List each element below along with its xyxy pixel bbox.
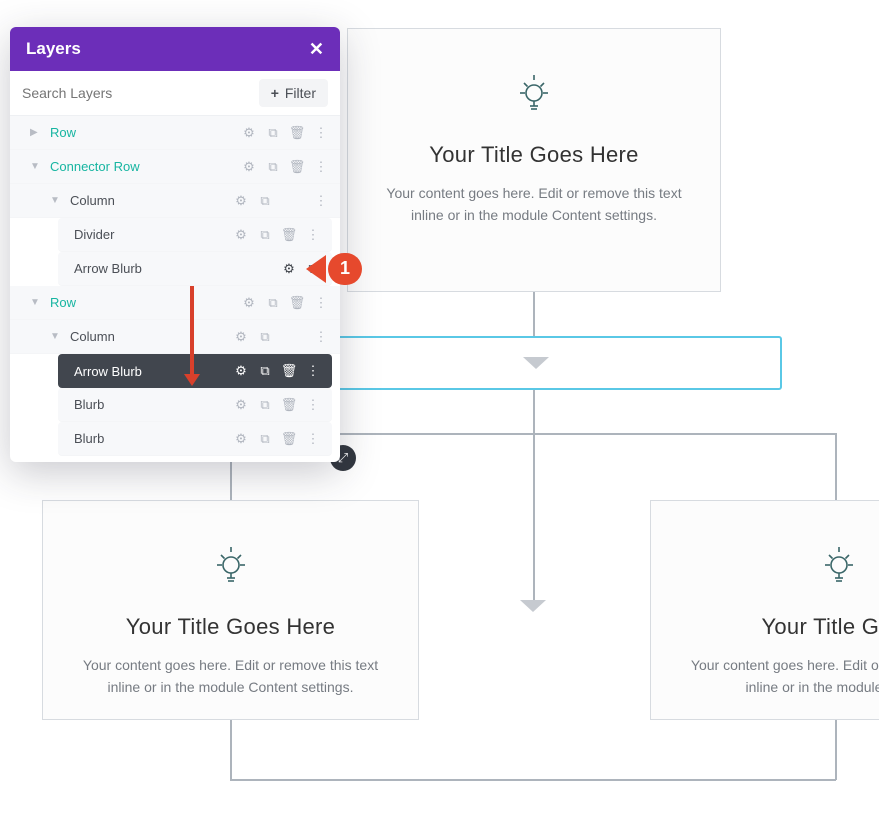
gear-icon[interactable]: ⚙ xyxy=(232,328,250,346)
drag-arrow-indicator xyxy=(190,286,194,376)
chevron-down-icon[interactable]: ▼ xyxy=(30,297,42,308)
chevron-right-icon[interactable]: ▶ xyxy=(30,127,42,138)
layers-tree: ▶ Row ⚙ ⧉ 🗑 ⋮ ▼ Connector Row ⚙ ⧉ 🗑 ⋮ ▼ … xyxy=(10,116,340,462)
plus-icon: + xyxy=(271,85,279,101)
layer-row[interactable]: ▶ Row ⚙ ⧉ 🗑 ⋮ xyxy=(10,116,340,150)
gear-icon[interactable]: ⚙ xyxy=(232,226,250,244)
gear-icon[interactable]: ⚙ xyxy=(280,260,298,278)
caret-down-icon xyxy=(523,357,549,369)
layer-label: Blurb xyxy=(74,431,232,446)
arrow-blurb-module[interactable] xyxy=(290,336,782,390)
connector-line xyxy=(230,779,836,781)
more-icon[interactable]: ⋮ xyxy=(312,328,330,346)
connector-line xyxy=(533,433,535,603)
more-icon[interactable]: ⋮ xyxy=(304,226,322,244)
layers-panel: Layers ✕ + Filter ▶ Row ⚙ ⧉ 🗑 ⋮ ▼ Connec… xyxy=(10,27,340,462)
trash-icon[interactable]: 🗑 xyxy=(280,362,298,380)
more-icon[interactable]: ⋮ xyxy=(312,124,330,142)
layer-arrow-blurb-source[interactable]: Arrow Blurb ⚙ ⧉ 1 + xyxy=(58,252,332,286)
more-icon[interactable]: ⋮ xyxy=(312,192,330,210)
trash-icon[interactable]: 🗑 xyxy=(288,294,306,312)
trash-icon[interactable]: 🗑 xyxy=(280,430,298,448)
gear-icon[interactable]: ⚙ xyxy=(240,158,258,176)
gear-icon[interactable]: ⚙ xyxy=(232,396,250,414)
card-bottom-right[interactable]: Your Title Goes Your content goes here. … xyxy=(650,500,879,720)
gear-icon[interactable]: ⚙ xyxy=(240,294,258,312)
layer-label: Blurb xyxy=(74,397,232,412)
layer-blurb[interactable]: Blurb ⚙ ⧉ 🗑 ⋮ xyxy=(58,388,332,422)
duplicate-icon[interactable]: ⧉ xyxy=(256,192,274,210)
layer-label: Column xyxy=(70,329,232,344)
duplicate-icon[interactable]: ⧉ xyxy=(264,294,282,312)
panel-toolbar: + Filter xyxy=(10,71,340,116)
duplicate-icon[interactable]: ⧉ xyxy=(264,158,282,176)
card-body[interactable]: Your content goes here. Edit or remove t… xyxy=(73,654,388,699)
chevron-down-icon[interactable]: ▼ xyxy=(50,331,62,342)
gear-icon[interactable]: ⚙ xyxy=(232,362,250,380)
lightbulb-icon xyxy=(378,69,690,118)
lightbulb-icon xyxy=(73,541,388,590)
more-icon[interactable]: ⋮ xyxy=(304,430,322,448)
trash-icon[interactable]: 🗑 xyxy=(280,226,298,244)
duplicate-icon[interactable]: ⧉ xyxy=(264,124,282,142)
layer-label: Arrow Blurb xyxy=(74,364,232,379)
duplicate-icon[interactable]: ⧉ xyxy=(256,328,274,346)
layer-label: Column xyxy=(70,193,232,208)
caret-down-icon xyxy=(520,600,546,612)
gear-icon[interactable]: ⚙ xyxy=(232,430,250,448)
search-input[interactable] xyxy=(22,85,251,101)
card-title[interactable]: Your Title Goes xyxy=(681,614,879,640)
filter-button[interactable]: + Filter xyxy=(259,79,328,107)
callout-marker: 1 xyxy=(312,253,362,285)
gear-icon[interactable]: ⚙ xyxy=(232,192,250,210)
more-icon[interactable]: ⋮ xyxy=(304,396,322,414)
lightbulb-icon xyxy=(681,541,879,590)
connector-line xyxy=(533,292,535,336)
trash-icon[interactable]: 🗑 xyxy=(288,124,306,142)
layer-row-2[interactable]: ▼ Row ⚙ ⧉ 🗑 ⋮ xyxy=(10,286,340,320)
connector-line xyxy=(533,390,535,434)
trash-icon[interactable]: 🗑 xyxy=(288,158,306,176)
layer-label: Divider xyxy=(74,227,232,242)
connector-line xyxy=(835,433,837,500)
duplicate-icon[interactable]: ⧉ xyxy=(256,226,274,244)
duplicate-icon[interactable]: ⧉ xyxy=(256,430,274,448)
connector-line xyxy=(835,719,837,780)
layer-column[interactable]: ▼ Column ⚙ ⧉ . ⋮ xyxy=(10,184,340,218)
trash-icon[interactable]: 🗑 xyxy=(280,396,298,414)
duplicate-icon[interactable]: ⧉ xyxy=(256,396,274,414)
layer-label: Arrow Blurb xyxy=(74,261,280,276)
layer-label: Connector Row xyxy=(50,159,240,174)
duplicate-icon[interactable]: ⧉ xyxy=(256,362,274,380)
card-title[interactable]: Your Title Goes Here xyxy=(378,142,690,168)
card-body[interactable]: Your content goes here. Edit or remove t… xyxy=(681,654,879,699)
layer-column-2[interactable]: ▼ Column ⚙ ⧉ . ⋮ xyxy=(10,320,340,354)
chevron-down-icon[interactable]: ▼ xyxy=(30,161,42,172)
close-icon[interactable]: ✕ xyxy=(309,40,324,58)
card-title[interactable]: Your Title Goes Here xyxy=(73,614,388,640)
layer-label: Row xyxy=(50,125,240,140)
callout-number: 1 xyxy=(328,253,362,285)
gear-icon[interactable]: ⚙ xyxy=(240,124,258,142)
more-icon[interactable]: ⋮ xyxy=(312,158,330,176)
more-icon[interactable]: ⋮ xyxy=(312,294,330,312)
chevron-down-icon[interactable]: ▼ xyxy=(50,195,62,206)
card-body[interactable]: Your content goes here. Edit or remove t… xyxy=(378,182,690,227)
connector-line xyxy=(230,719,232,780)
layer-divider[interactable]: Divider ⚙ ⧉ 🗑 ⋮ xyxy=(58,218,332,252)
more-icon[interactable]: ⋮ xyxy=(304,362,322,380)
filter-label: Filter xyxy=(285,85,316,101)
layer-label: Row xyxy=(50,295,240,310)
panel-header[interactable]: Layers ✕ xyxy=(10,27,340,71)
card-bottom-left[interactable]: Your Title Goes Here Your content goes h… xyxy=(42,500,419,720)
card-top[interactable]: Your Title Goes Here Your content goes h… xyxy=(347,28,721,292)
layer-blurb[interactable]: Blurb ⚙ ⧉ 🗑 ⋮ xyxy=(58,422,332,456)
panel-title: Layers xyxy=(26,39,81,59)
layer-connector-row[interactable]: ▼ Connector Row ⚙ ⧉ 🗑 ⋮ xyxy=(10,150,340,184)
